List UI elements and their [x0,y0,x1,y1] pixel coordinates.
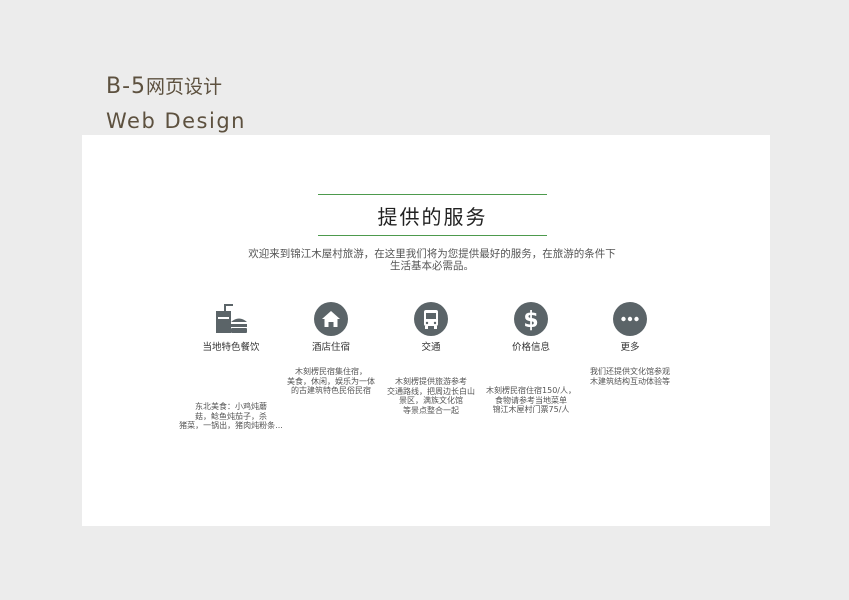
webpage-mockup: 提供的服务 欢迎来到锦江木屋村旅游，在这里我们将为您提供最好的服务，在旅游的条件… [82,135,770,526]
section-heading-frame: 提供的服务 [318,194,547,236]
desc-line: 木刻楞民宿住宿150/人， [486,386,576,395]
desc-line: 木建筑结构互动体验等 [590,376,670,386]
desc-line: 木刻楞民宿集住宿， [295,367,367,376]
house-icon [314,302,348,336]
desc-line: 我们还提供文化馆参观 [590,367,670,376]
desc-line: 食物请参考当地菜单 [495,395,567,405]
service-price-desc: 木刻楞民宿住宿150/人， 食物请参考当地菜单 锦江木屋村门票75/人 [467,386,595,415]
intro-line: 生活基本必需品。 [390,260,474,272]
service-hotel[interactable]: 酒店住宿 [276,302,386,354]
service-food[interactable]: 当地特色餐饮 [176,302,286,354]
service-label: 当地特色餐饮 [202,342,260,353]
slide-title-prefix: B-5 [106,74,147,99]
desc-line: 东北美食：小鸡炖蘑 [195,402,267,411]
service-label: 更多 [620,342,640,353]
service-price[interactable]: $ 价格信息 [476,302,586,354]
desc-line: 锦江木屋村门票75/人 [492,405,570,414]
more-icon [613,302,647,336]
food-drink-icon [216,304,247,333]
intro-text: 欢迎来到锦江木屋村旅游，在这里我们将为您提供最好的服务，在旅游的条件下 生活基本… [222,248,642,272]
intro-line: 欢迎来到锦江木屋村旅游，在这里我们将为您提供最好的服务，在旅游的条件下 [248,248,616,260]
bus-icon [414,302,448,336]
service-label: 酒店住宿 [311,342,350,353]
section-heading: 提供的服务 [377,204,488,229]
desc-line: 菇，鲶鱼炖茄子，杀 [195,411,267,421]
service-more[interactable]: 更多 [575,302,685,354]
slide-title-cn: 网页设计 [146,76,223,98]
dollar-icon: $ [514,302,548,336]
service-food-desc: 东北美食：小鸡炖蘑 菇，鲶鱼炖茄子，杀 猪菜，一锅出，猪肉炖粉条... [167,402,295,431]
service-transport[interactable]: 交通 [376,302,486,354]
slide-title: B-5网页设计 [106,72,222,102]
svg-text:$: $ [523,308,538,333]
service-more-desc: 我们还提供文化馆参观 木建筑结构互动体验等 [566,367,694,386]
desc-line: 猪菜，一锅出，猪肉炖粉条... [179,421,283,430]
slide-subtitle: Web Design [106,109,246,133]
service-label: 价格信息 [511,342,550,353]
service-label: 交通 [421,342,441,353]
